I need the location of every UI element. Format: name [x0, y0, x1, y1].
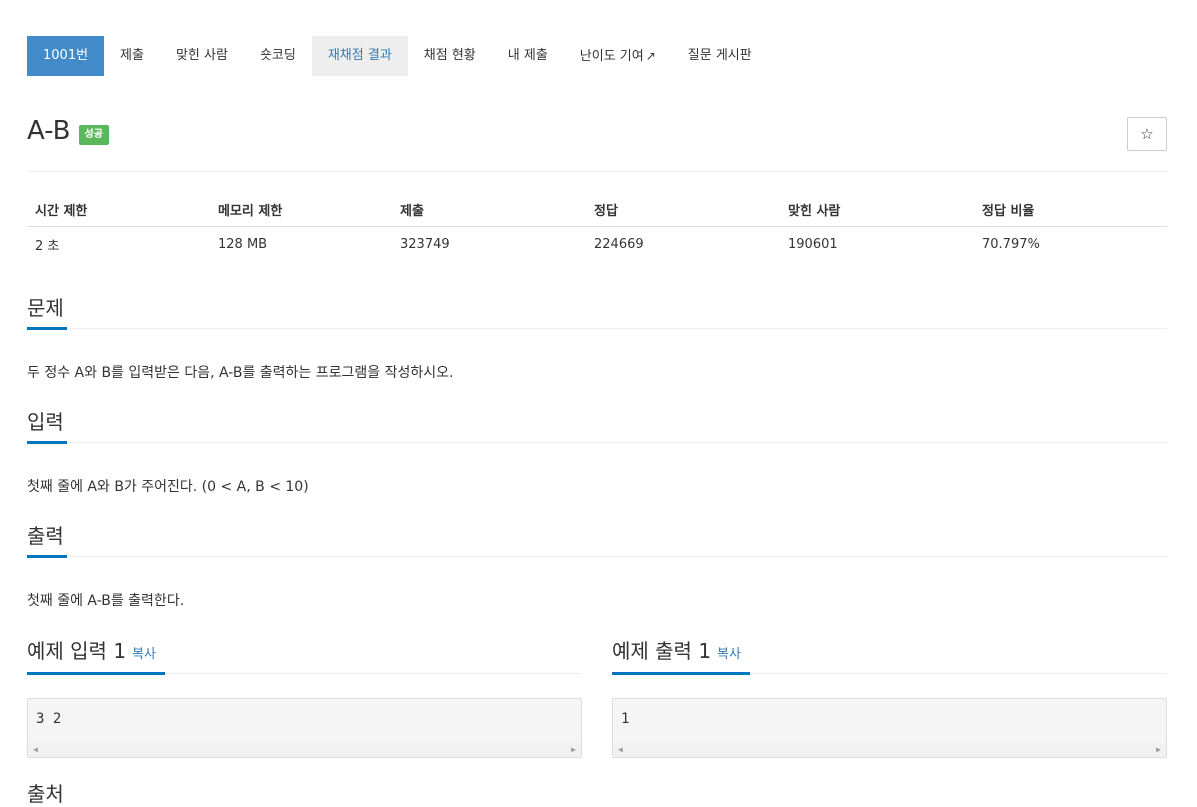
sample-output-heading: 예제 출력 1 복사 — [612, 636, 1167, 666]
copy-sample-output-button[interactable]: 복사 — [717, 647, 741, 662]
output-description: 첫째 줄에 A-B를 출력한다. — [27, 593, 185, 609]
header-submissions: 제출 — [392, 193, 586, 227]
tab-difficulty-contribution[interactable]: 난이도 기여 ↗ — [564, 36, 672, 76]
star-icon: ☆ — [1140, 125, 1154, 143]
tab-difficulty-label: 난이도 기여 — [579, 49, 644, 64]
problem-title-row: A-B 성공 — [27, 116, 109, 146]
header-memory-limit: 메모리 제한 — [210, 193, 392, 227]
sample-output-block: 예제 출력 1 복사 1 ◀ ▶ — [612, 636, 1167, 758]
sample-input-heading: 예제 입력 1 복사 — [27, 636, 582, 666]
status-badge: 성공 — [78, 125, 109, 145]
value-time-limit: 2 초 — [35, 238, 60, 254]
tab-status[interactable]: 채점 현황 — [408, 36, 492, 76]
external-link-icon: ↗ — [645, 49, 656, 63]
section-underline — [612, 672, 1167, 675]
horizontal-scrollbar[interactable]: ◀ ▶ — [28, 743, 581, 757]
value-submissions: 323749 — [400, 236, 450, 252]
copy-sample-input-button[interactable]: 복사 — [132, 647, 156, 662]
divider — [27, 171, 1167, 172]
scroll-left-icon[interactable]: ◀ — [33, 745, 38, 754]
section-heading-problem: 문제 — [27, 296, 64, 320]
star-button[interactable]: ☆ — [1127, 117, 1167, 151]
value-accepted: 224669 — [594, 236, 644, 252]
section-heading-source: 출처 — [27, 782, 64, 806]
scroll-left-icon[interactable]: ◀ — [618, 745, 623, 754]
horizontal-scrollbar[interactable]: ◀ ▶ — [613, 743, 1166, 757]
section-heading-output: 출력 — [27, 524, 64, 548]
sample-output-box[interactable]: 1 ◀ ▶ — [612, 698, 1167, 758]
input-section: 입력 첫째 줄에 A와 B가 주어진다. (0 < A, B < 10) — [27, 407, 1167, 496]
tab-problem[interactable]: 1001번 — [27, 36, 105, 76]
header-solved-users: 맞힌 사람 — [780, 193, 974, 227]
problem-section: 문제 두 정수 A와 B를 입력받은 다음, A-B를 출력하는 프로그램을 작… — [27, 293, 1167, 382]
problem-title: A-B — [27, 116, 71, 146]
tab-solved-users[interactable]: 맞힌 사람 — [160, 36, 244, 76]
sample-input-content: 3 2 — [36, 711, 62, 727]
input-description: 첫째 줄에 A와 B가 주어진다. (0 < A, B < 10) — [27, 479, 309, 495]
sample-output-content: 1 — [621, 711, 630, 727]
problem-description: 두 정수 A와 B를 입력받은 다음, A-B를 출력하는 프로그램을 작성하시… — [27, 365, 454, 381]
tab-submit[interactable]: 제출 — [104, 36, 160, 76]
problem-info-table: 시간 제한 메모리 제한 제출 정답 맞힌 사람 정답 비율 2 초 128 M… — [27, 193, 1167, 261]
sample-output-title: 예제 출력 1 — [612, 639, 712, 663]
header-accept-ratio: 정답 비율 — [974, 193, 1167, 227]
section-underline — [27, 555, 1167, 558]
tab-my-submissions[interactable]: 내 제출 — [492, 36, 564, 76]
sample-input-box[interactable]: 3 2 ◀ ▶ — [27, 698, 582, 758]
value-memory-limit: 128 MB — [218, 236, 268, 252]
scroll-right-icon[interactable]: ▶ — [1156, 745, 1161, 754]
value-solved-users: 190601 — [788, 236, 838, 252]
header-time-limit: 시간 제한 — [27, 193, 210, 227]
header-accepted: 정답 — [586, 193, 780, 227]
section-underline — [27, 327, 1167, 330]
value-accept-ratio: 70.797% — [982, 236, 1040, 252]
section-heading-input: 입력 — [27, 410, 64, 434]
section-underline — [27, 441, 1167, 444]
tab-rejudge-results[interactable]: 재채점 결과 — [311, 36, 408, 76]
scroll-right-icon[interactable]: ▶ — [571, 745, 576, 754]
table-header-row: 시간 제한 메모리 제한 제출 정답 맞힌 사람 정답 비율 — [27, 193, 1167, 227]
tab-question-board[interactable]: 질문 게시판 — [672, 36, 768, 76]
problem-menu-tabs: 1001번 제출 맞힌 사람 숏코딩 재채점 결과 채점 현황 내 제출 난이도… — [27, 36, 768, 76]
table-row: 2 초 128 MB 323749 224669 190601 70.797% — [27, 227, 1167, 262]
tab-short-coding[interactable]: 숏코딩 — [244, 36, 312, 76]
output-section: 출력 첫째 줄에 A-B를 출력한다. — [27, 521, 1167, 610]
section-underline — [27, 672, 582, 675]
sample-input-block: 예제 입력 1 복사 3 2 ◀ ▶ — [27, 636, 582, 758]
sample-input-title: 예제 입력 1 — [27, 639, 127, 663]
